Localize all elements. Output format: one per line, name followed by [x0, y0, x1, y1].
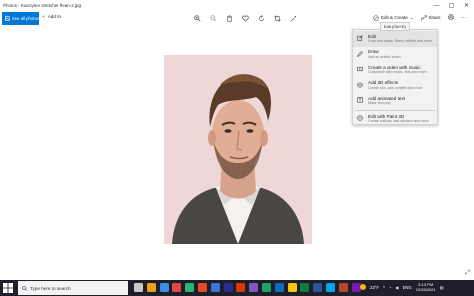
- add-to-button[interactable]: + Add to: [42, 14, 61, 19]
- animated-text-icon: [357, 97, 363, 105]
- taskbar-app-icon[interactable]: [236, 283, 246, 292]
- edit-create-button[interactable]: Edit & Create ⌄: [373, 15, 414, 21]
- taskbar-app-icon[interactable]: [300, 283, 310, 292]
- tray-chevron-icon[interactable]: ^: [383, 285, 385, 290]
- menu-item-3d-effects[interactable]: Add 3D effects Create rain, add confetti…: [353, 78, 437, 94]
- menu-item-description: Create cutouts, add stickers and more: [368, 119, 429, 124]
- see-all-photos-button[interactable]: See all photos: [2, 12, 39, 25]
- plus-icon: +: [42, 14, 45, 19]
- search-placeholder: Type here to search: [30, 285, 71, 291]
- minimize-button[interactable]: —: [429, 0, 444, 11]
- rotate-icon[interactable]: [257, 14, 265, 22]
- crop-icon[interactable]: [273, 14, 281, 22]
- clock[interactable]: 5:13 PM 12/26/2021: [416, 282, 436, 292]
- image-actions: [193, 14, 297, 22]
- zoom-out-icon[interactable]: [209, 14, 217, 22]
- menu-item-animated-text[interactable]: Add animated text Make text pop: [353, 93, 437, 109]
- edit-tooltip: Edit (Ctrl+E): [380, 22, 410, 31]
- windows-start-icon[interactable]: [3, 283, 13, 293]
- photos-icon: [5, 16, 10, 21]
- zoom-in-icon[interactable]: [193, 14, 201, 22]
- share-label: Share: [428, 15, 441, 20]
- taskbar-app-icon[interactable]: [313, 283, 323, 292]
- menu-item-description: Create rain, add confetti and more: [368, 85, 423, 90]
- see-all-photos-label: See all photos: [11, 16, 39, 21]
- expand-icon[interactable]: ⤢: [465, 270, 470, 277]
- menu-item-description: Crop and rotate, filters, effects and mo…: [368, 39, 433, 44]
- paint3d-icon: [357, 115, 363, 123]
- menu-item-description: Add an artistic touch: [368, 54, 401, 59]
- portrait-image: [164, 55, 312, 244]
- pinned-apps: [134, 283, 361, 292]
- taskbar-app-icon[interactable]: [210, 283, 220, 292]
- clock-date: 12/26/2021: [415, 287, 436, 292]
- enhance-icon[interactable]: [289, 14, 297, 22]
- menu-item-create-video[interactable]: Create a video with music Customize with…: [353, 62, 437, 78]
- edit-create-menu: Edit Crop and rotate, filters, effects a…: [352, 29, 438, 125]
- toolbar-right: Edit & Create ⌄ Share ···: [373, 14, 467, 21]
- edit-create-label: Edit & Create: [381, 15, 408, 20]
- menu-item-edit[interactable]: Edit Crop and rotate, filters, effects a…: [353, 31, 437, 47]
- menu-item-draw[interactable]: Draw Add an artistic touch: [353, 47, 437, 63]
- taskbar-app-icon[interactable]: [287, 283, 297, 292]
- taskbar: Type here to search 23°F ^ ◔ ◀ ENG 5:13 …: [0, 280, 474, 296]
- window-controls: — ▢ ✕: [429, 0, 474, 11]
- taskbar-app-icon[interactable]: [134, 283, 143, 292]
- taskbar-app-icon[interactable]: [261, 283, 271, 292]
- taskbar-app-icon[interactable]: [185, 283, 195, 292]
- edit-create-icon: [373, 14, 379, 21]
- taskbar-app-icon[interactable]: [223, 283, 233, 292]
- taskbar-app-icon[interactable]: [338, 283, 348, 292]
- print-icon[interactable]: [447, 14, 454, 21]
- chevron-down-icon: ⌄: [409, 14, 414, 20]
- delete-icon[interactable]: [225, 14, 233, 22]
- taskbar-app-icon[interactable]: [172, 283, 182, 292]
- network-icon[interactable]: ◔: [389, 285, 392, 290]
- maximize-button[interactable]: ▢: [444, 0, 459, 11]
- menu-item-description: Customize with music, text and more: [368, 70, 427, 75]
- menu-divider: [355, 109, 435, 110]
- weather-icon: [360, 284, 366, 290]
- menu-item-description: Make text pop: [368, 101, 391, 106]
- draw-icon: [357, 50, 363, 59]
- taskbar-app-icon[interactable]: [146, 283, 156, 292]
- taskbar-search-box[interactable]: Type here to search: [18, 281, 128, 295]
- volume-icon[interactable]: ◀: [395, 285, 398, 290]
- photo-view[interactable]: [164, 55, 312, 244]
- taskbar-app-icon[interactable]: [159, 283, 169, 292]
- taskbar-app-icon[interactable]: [325, 283, 335, 292]
- taskbar-app-icon[interactable]: [249, 283, 259, 292]
- favorite-icon[interactable]: [241, 14, 249, 22]
- edit-icon: [357, 35, 363, 43]
- window-title: Photos - Kanoyteo stretcher flean-2.jpg: [3, 3, 82, 8]
- system-tray: 23°F ^ ◔ ◀ ENG 5:13 PM 12/26/2021 ▤: [360, 282, 444, 292]
- close-button[interactable]: ✕: [459, 0, 474, 11]
- notifications-icon[interactable]: ▤: [440, 285, 444, 290]
- taskbar-app-icon[interactable]: [197, 283, 207, 292]
- title-bar: Photos - Kanoyteo stretcher flean-2.jpg …: [0, 0, 474, 11]
- share-button[interactable]: Share: [420, 14, 441, 21]
- language-indicator[interactable]: ENG: [403, 285, 412, 290]
- weather-temp[interactable]: 23°F: [370, 285, 379, 290]
- add-to-label: Add to: [47, 14, 61, 19]
- 3d-effects-icon: [357, 81, 363, 90]
- share-icon: [420, 14, 427, 20]
- search-icon: [22, 285, 27, 291]
- menu-item-paint-3d[interactable]: Edit with Paint 3D Create cutouts, add s…: [353, 111, 437, 127]
- video-icon: [357, 66, 363, 74]
- more-options-icon[interactable]: ···: [461, 15, 467, 21]
- taskbar-app-icon[interactable]: [274, 283, 284, 292]
